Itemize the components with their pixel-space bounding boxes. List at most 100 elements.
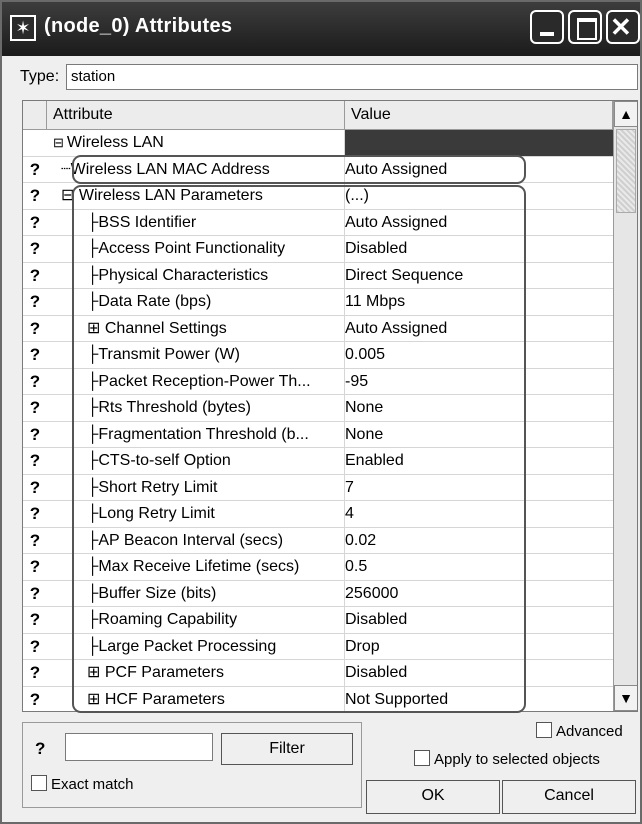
filter-panel: ? Filter Exact match	[22, 722, 362, 808]
cancel-button[interactable]: Cancel	[502, 780, 636, 814]
help-icon[interactable]: ?	[23, 528, 47, 554]
group-label: Wireless LAN	[66, 134, 164, 151]
help-icon[interactable]: ?	[23, 687, 47, 712]
attribute-value[interactable]: Auto Assigned	[345, 316, 613, 342]
help-icon[interactable]: ?	[23, 369, 47, 395]
group-icon-cell	[23, 130, 47, 156]
attribute-row[interactable]: ? ├Packet Reception-Power Th... -95	[23, 368, 613, 395]
attribute-value[interactable]: 0.5	[345, 554, 613, 580]
filter-input[interactable]	[65, 733, 213, 761]
title-bar[interactable]: ✶ (node_0) Attributes ✕	[2, 2, 640, 56]
attribute-label: Transmit Power (W)	[98, 346, 240, 363]
attribute-value[interactable]: 11 Mbps	[345, 289, 613, 315]
attribute-row[interactable]: ? ⊞ PCF Parameters Disabled	[23, 660, 613, 687]
attribute-value[interactable]: None	[345, 422, 613, 448]
attribute-value[interactable]: Not Supported	[345, 687, 613, 712]
tree-prefix: ├	[87, 452, 99, 469]
attribute-row[interactable]: ? ├Max Receive Lifetime (secs) 0.5	[23, 554, 613, 581]
help-icon[interactable]: ?	[23, 395, 47, 421]
help-icon[interactable]: ?	[23, 289, 47, 315]
attribute-row[interactable]: ? ⊞ Channel Settings Auto Assigned	[23, 315, 613, 342]
attribute-value[interactable]: Auto Assigned	[345, 210, 613, 236]
help-icon[interactable]: ?	[23, 634, 47, 660]
ok-button[interactable]: OK	[366, 780, 500, 814]
help-icon[interactable]: ?	[23, 475, 47, 501]
attribute-row[interactable]: ? ├Physical Characteristics Direct Sequenc…	[23, 262, 613, 289]
attribute-value[interactable]: 0.005	[345, 342, 613, 368]
help-icon[interactable]: ?	[23, 183, 47, 209]
minimize-button[interactable]	[530, 10, 564, 44]
attribute-value[interactable]: Drop	[345, 634, 613, 660]
help-icon[interactable]: ?	[23, 342, 47, 368]
attribute-value[interactable]: Enabled	[345, 448, 613, 474]
help-icon[interactable]: ?	[23, 581, 47, 607]
attribute-row[interactable]: ? ├Large Packet Processing Drop	[23, 633, 613, 660]
attribute-row[interactable]: ? ├Long Retry Limit 4	[23, 501, 613, 528]
header-attribute[interactable]: Attribute	[47, 101, 345, 129]
attribute-row[interactable]: ? ├Short Retry Limit 7	[23, 474, 613, 501]
help-icon[interactable]: ?	[23, 263, 47, 289]
help-icon[interactable]: ?	[35, 739, 45, 759]
attribute-value[interactable]: Auto Assigned	[345, 157, 613, 183]
help-icon[interactable]: ?	[23, 501, 47, 527]
attribute-row[interactable]: ? ├AP Beacon Interval (secs) 0.02	[23, 527, 613, 554]
attribute-value[interactable]: Direct Sequence	[345, 263, 613, 289]
advanced-box[interactable]	[536, 722, 552, 738]
attribute-row[interactable]: ? ├Buffer Size (bits) 256000	[23, 580, 613, 607]
filter-button[interactable]: Filter	[221, 733, 353, 765]
apply-to-selected-checkbox[interactable]: Apply to selected objects	[414, 750, 600, 768]
scroll-up-icon[interactable]: ▲	[614, 101, 637, 127]
attribute-label: Packet Reception-Power Th...	[98, 372, 311, 390]
type-field[interactable]: station	[66, 64, 638, 90]
attribute-row[interactable]: ? ⊞ HCF Parameters Not Supported	[23, 686, 613, 712]
attribute-value[interactable]: 7	[345, 475, 613, 501]
help-icon[interactable]: ?	[23, 316, 47, 342]
close-button[interactable]: ✕	[606, 10, 640, 44]
attribute-label: Roaming Capability	[98, 611, 238, 628]
tree-prefix[interactable]: ⊞	[87, 320, 105, 337]
attribute-row[interactable]: ? ├Rts Threshold (bytes) None	[23, 395, 613, 422]
attribute-row[interactable]: ? ├Data Rate (bps) 11 Mbps	[23, 289, 613, 316]
attribute-value[interactable]: 256000	[345, 581, 613, 607]
help-icon[interactable]: ?	[23, 422, 47, 448]
group-row-wireless-lan[interactable]: ⊟ Wireless LAN	[23, 130, 613, 157]
attribute-row[interactable]: ? ├Transmit Power (W) 0.005	[23, 342, 613, 369]
help-icon[interactable]: ?	[23, 236, 47, 262]
tree-prefix[interactable]: ⊟	[61, 187, 79, 204]
maximize-button[interactable]	[568, 10, 602, 44]
attribute-value[interactable]: 0.02	[345, 528, 613, 554]
attribute-row[interactable]: ? ├Roaming Capability Disabled	[23, 607, 613, 634]
scroll-down-icon[interactable]: ▼	[614, 685, 637, 711]
attribute-value[interactable]: Disabled	[345, 660, 613, 686]
attribute-row[interactable]: ? ├Fragmentation Threshold (b... None	[23, 421, 613, 448]
attribute-value[interactable]: None	[345, 395, 613, 421]
tree-prefix[interactable]: ⊞	[87, 691, 105, 708]
attribute-row[interactable]: ? ├Access Point Functionality Disabled	[23, 236, 613, 263]
vertical-scrollbar[interactable]: ▲ ▼	[613, 101, 637, 711]
exact-match-checkbox[interactable]: Exact match	[31, 775, 134, 793]
scroll-thumb[interactable]	[616, 129, 636, 213]
attribute-value[interactable]: Disabled	[345, 236, 613, 262]
exact-match-box[interactable]	[31, 775, 47, 791]
attribute-row[interactable]: ? ⊟ Wireless LAN Parameters (...)	[23, 183, 613, 210]
attribute-row[interactable]: ? ├BSS Identifier Auto Assigned	[23, 209, 613, 236]
attribute-value[interactable]: -95	[345, 369, 613, 395]
collapse-icon[interactable]: ⊟	[53, 135, 64, 150]
attribute-row[interactable]: ? ├CTS-to-self Option Enabled	[23, 448, 613, 475]
help-icon[interactable]: ?	[23, 660, 47, 686]
help-icon[interactable]: ?	[23, 448, 47, 474]
attribute-value[interactable]: 4	[345, 501, 613, 527]
advanced-checkbox[interactable]: Advanced	[536, 722, 623, 740]
attribute-value[interactable]: (...)	[345, 183, 613, 209]
help-icon[interactable]: ?	[23, 554, 47, 580]
header-value[interactable]: Value	[345, 101, 613, 129]
attribute-row[interactable]: ? ┈Wireless LAN MAC Address Auto Assigned	[23, 156, 613, 183]
attribute-name: ⊞ HCF Parameters	[47, 686, 345, 711]
help-icon[interactable]: ?	[23, 210, 47, 236]
apply-box[interactable]	[414, 750, 430, 766]
help-icon[interactable]: ?	[23, 157, 47, 183]
attribute-value[interactable]: Disabled	[345, 607, 613, 633]
help-icon[interactable]: ?	[23, 607, 47, 633]
attribute-name: ├Transmit Power (W)	[47, 342, 345, 368]
tree-prefix[interactable]: ⊞	[87, 664, 105, 681]
